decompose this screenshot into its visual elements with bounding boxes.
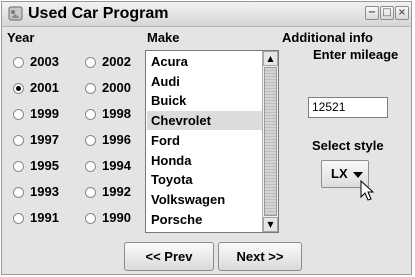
next-button[interactable]: Next >> xyxy=(218,242,302,271)
close-button[interactable]: × xyxy=(395,6,409,20)
year-radio-label: 1996 xyxy=(102,132,131,147)
radio-circle-icon[interactable] xyxy=(85,57,96,68)
year-radio-label: 1998 xyxy=(102,106,131,121)
make-list-item[interactable]: Ford xyxy=(147,131,263,150)
minimize-button[interactable]: − xyxy=(365,6,379,20)
radio-circle-icon[interactable] xyxy=(85,187,96,198)
make-list-item[interactable]: Audi xyxy=(147,72,263,91)
make-scrollbar[interactable]: ▲ ▼ xyxy=(262,51,278,232)
maximize-button[interactable]: □ xyxy=(380,6,394,20)
radio-circle-icon[interactable] xyxy=(85,109,96,120)
radio-circle-icon[interactable] xyxy=(85,83,96,94)
make-label: Make xyxy=(147,30,180,45)
year-radio-label: 1995 xyxy=(30,158,59,173)
title-bar[interactable]: Used Car Program − □ × xyxy=(2,2,411,27)
additional-info-heading: Additional info xyxy=(282,30,373,45)
year-label: Year xyxy=(7,30,35,45)
year-radio-label: 1999 xyxy=(30,106,59,121)
window-title: Used Car Program xyxy=(28,5,169,22)
year-radio-label: 2002 xyxy=(102,54,131,69)
style-label: Select style xyxy=(312,138,384,153)
mouse-pointer-icon xyxy=(360,180,375,201)
year-radio-label: 2001 xyxy=(30,80,59,95)
mileage-label: Enter mileage xyxy=(313,47,399,62)
app-icon xyxy=(8,6,23,21)
radio-circle-icon[interactable] xyxy=(13,213,24,224)
scroll-thumb[interactable] xyxy=(264,67,277,216)
style-value: LX xyxy=(331,166,348,181)
radio-circle-icon[interactable] xyxy=(13,109,24,120)
radio-circle-icon[interactable] xyxy=(13,187,24,198)
mileage-input[interactable]: 12521 xyxy=(308,97,388,118)
radio-circle-icon[interactable] xyxy=(85,135,96,146)
year-radio-label: 2000 xyxy=(102,80,131,95)
year-radio-label: 1997 xyxy=(30,132,59,147)
radio-circle-icon[interactable] xyxy=(13,83,24,94)
year-radio-label: 1991 xyxy=(30,210,59,225)
year-radio-label: 1993 xyxy=(30,184,59,199)
year-radio-label: 1990 xyxy=(102,210,131,225)
radio-circle-icon[interactable] xyxy=(85,213,96,224)
make-listbox[interactable]: Acura Audi Buick Chevrolet Ford Honda Toyota Vo… xyxy=(145,50,279,233)
make-list-item[interactable]: Toyota xyxy=(147,170,263,189)
radio-circle-icon[interactable] xyxy=(85,161,96,172)
make-list-item[interactable]: Porsche xyxy=(147,210,263,229)
radio-circle-icon[interactable] xyxy=(13,135,24,146)
app-window: Used Car Program − □ × Year 2003 2002 2001… xyxy=(1,1,412,275)
make-list-item[interactable]: Acura xyxy=(147,52,263,71)
radio-circle-icon[interactable] xyxy=(13,161,24,172)
radio-circle-icon[interactable] xyxy=(13,57,24,68)
scroll-up-arrow-icon[interactable]: ▲ xyxy=(263,51,278,66)
make-list-item[interactable]: Buick xyxy=(147,91,263,110)
prev-button[interactable]: << Prev xyxy=(124,242,214,271)
scroll-down-arrow-icon[interactable]: ▼ xyxy=(263,217,278,232)
make-list-item[interactable]: Chevrolet xyxy=(147,111,263,131)
year-radio-label: 2003 xyxy=(30,54,59,69)
make-list-item[interactable]: Volkswagen xyxy=(147,190,263,209)
dropdown-arrow-icon xyxy=(353,172,363,178)
year-radio-label: 1994 xyxy=(102,158,131,173)
year-radio-label: 1992 xyxy=(102,184,131,199)
make-list-item[interactable]: Honda xyxy=(147,151,263,170)
